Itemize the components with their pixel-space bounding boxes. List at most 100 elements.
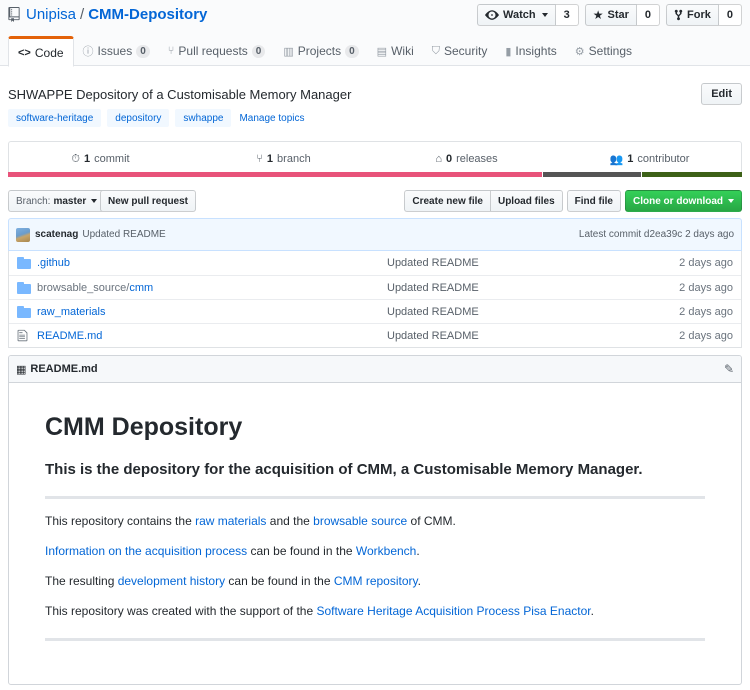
readme-header: ▦ README.md ✎ [9,356,741,383]
releases-count: 0 [445,153,453,165]
chevron-down-icon [541,13,548,17]
branches-count: 1 [266,153,274,165]
text: . [590,604,594,618]
file-name-link[interactable]: README.md [37,330,387,342]
commit-author-link[interactable]: scatenag [35,229,78,240]
table-row: raw_materials Updated README 2 days ago [9,299,741,323]
language-segment[interactable] [8,172,543,177]
development-history-link[interactable]: development history [118,574,225,588]
book-icon: ▦ [16,363,27,376]
file-icon [17,329,31,342]
new-pull-request-button[interactable]: New pull request [100,190,197,212]
folder-icon [17,281,31,294]
tab-wiki[interactable]: ▤ Wiki [368,36,423,66]
latest-commit-info[interactable]: Latest commit d2ea39c 2 days ago [579,229,734,240]
latest-commit-bar: scatenag Updated README Latest commit d2… [8,218,742,251]
commits-count: 1 [84,153,91,165]
watch-count[interactable]: 3 [555,4,579,26]
repo-header: Unipisa / CMM-Depository Watch 3 ★ Star … [0,0,750,67]
file-actions: Create new file Upload files Find file C… [404,190,742,212]
branches-summary[interactable]: ⑂ 1 branch [192,142,375,176]
repo-title: Unipisa / CMM-Depository [8,6,207,23]
file-name: cmm [129,281,154,294]
pencil-icon[interactable]: ✎ [724,362,734,376]
manage-topics-link[interactable]: Manage topics [239,113,304,124]
file-path-prefix: browsable_source/ [37,281,130,294]
file-name-link[interactable]: browsable_source/cmm [37,282,387,294]
fork-count[interactable]: 0 [718,4,742,26]
tab-projects[interactable]: ▥ Projects 0 [274,36,367,66]
swhappe-link[interactable]: Software Heritage Acquisition Process Pi… [316,604,590,618]
topic-tag[interactable]: software-heritage [8,109,102,127]
clone-download-button[interactable]: Clone or download [625,190,742,212]
cmm-repository-link[interactable]: CMM repository [334,574,418,588]
file-create-group: Create new file Upload files [404,190,563,212]
contributors-count: 1 [627,153,634,165]
releases-summary[interactable]: ⌂ 0 releases [375,142,558,176]
branch-icon: ⑂ [256,153,263,165]
text: This repository contains the [45,514,196,528]
tab-code[interactable]: <> Code [8,36,74,67]
language-bar[interactable] [8,172,742,177]
text: can be found in the [225,574,334,588]
topic-tag[interactable]: depository [107,109,170,127]
tab-label: Wiki [391,44,414,58]
raw-materials-link[interactable]: raw materials [195,514,266,528]
file-commit-message[interactable]: Updated README [387,282,667,294]
folder-icon [17,257,31,269]
file-name-link[interactable]: .github [37,257,387,269]
repo-owner-link[interactable]: Unipisa [26,6,76,23]
text: and the [266,514,314,528]
edit-description-button[interactable]: Edit [701,83,742,105]
tab-issues[interactable]: ⓘ Issues 0 [74,36,159,66]
avatar[interactable] [16,227,30,242]
commit-message-link[interactable]: Updated README [82,229,165,240]
clone-label: Clone or download [633,195,723,207]
fork-button[interactable]: Fork [666,4,719,26]
tab-security[interactable]: ⛉ Security [423,36,497,66]
file-commit-message[interactable]: Updated README [387,257,667,269]
branch-select-button[interactable]: Branch: master [8,190,106,212]
workbench-link[interactable]: Workbench [356,544,416,558]
tab-insights[interactable]: ▮ Insights [496,36,565,66]
create-new-file-button[interactable]: Create new file [404,190,491,212]
code-icon: <> [18,46,31,59]
table-row: .github Updated README 2 days ago [9,251,741,275]
tab-counter: 0 [136,44,150,58]
star-button[interactable]: ★ Star [584,4,637,26]
divider [45,638,705,641]
branches-label: branch [277,153,311,165]
chevron-down-icon [728,199,734,203]
text: The resulting [45,574,118,588]
tab-pull-requests[interactable]: ⑂ Pull requests 0 [159,36,275,66]
upload-files-button[interactable]: Upload files [490,190,563,212]
text: . [417,574,421,588]
language-segment[interactable] [542,172,642,177]
graph-icon: ▮ [505,45,512,58]
file-name-link[interactable]: raw_materials [37,306,387,318]
find-file-button[interactable]: Find file [566,190,621,212]
browsable-source-link[interactable]: browsable source [313,514,407,528]
folder-icon [17,305,31,318]
contributors-summary[interactable]: 👥 1 contributor [558,142,741,176]
repo-icon [8,7,20,22]
repo-name-link[interactable]: CMM-Depository [88,6,207,23]
tab-settings[interactable]: ⚙ Settings [566,36,641,66]
topic-tag[interactable]: swhappe [175,109,232,127]
language-segment[interactable] [641,172,742,177]
tab-counter: 0 [251,44,266,58]
file-commit-message[interactable]: Updated README [387,306,667,318]
file-age: 2 days ago [679,329,733,342]
people-icon: 👥 [609,153,624,166]
project-icon: ▥ [283,45,294,58]
file-commit-message[interactable]: Updated README [387,330,667,342]
watch-button[interactable]: Watch [477,4,556,26]
readme-paragraph: The resulting development history can be… [45,573,705,589]
tab-label: Settings [588,44,633,58]
commits-summary[interactable]: ⏱ 1 commit [9,142,192,176]
acquisition-process-link[interactable]: Information on the acquisition process [45,544,247,558]
text: . [416,544,420,558]
shield-icon: ⛉ [431,44,440,57]
star-count[interactable]: 0 [636,4,661,26]
file-age: 2 days ago [679,257,733,269]
